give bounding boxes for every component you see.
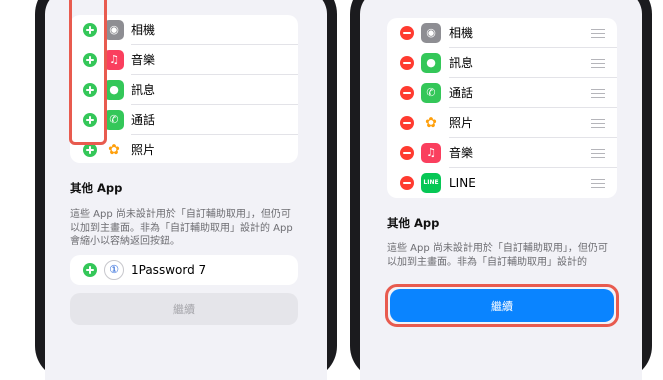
app-name: 通話 [131, 113, 156, 127]
right-app-list: ◉ 相機 ● 訊息 ✆ 通話 ✿ 照片 ♫ 音樂 LINE LINE [387, 18, 617, 198]
app-name: 1Password 7 [131, 263, 207, 277]
other-apps-description: 這些 App 尚未設計用於「自訂輔助取用」，但仍可以加到主畫面。非為「自訂輔助取… [70, 209, 293, 247]
app-name: 照片 [449, 116, 474, 130]
add-button[interactable] [83, 263, 97, 277]
left-phone-frame: ◉ 相機 ♫ 音樂 ● 訊息 ✆ 通話 ✿ 照片 其他 App 這些 App 尚… [35, 0, 337, 380]
app-name: 相機 [449, 26, 474, 40]
remove-button[interactable] [400, 176, 414, 190]
app-name: 訊息 [131, 83, 156, 97]
phone-icon: ✆ [104, 110, 124, 130]
list-item: ● 訊息 [387, 48, 617, 78]
list-item: ◉ 相機 [387, 18, 617, 48]
app-name: 音樂 [449, 146, 474, 160]
reorder-handle-icon[interactable] [591, 149, 605, 158]
other-apps-title: 其他 App [387, 216, 440, 230]
reorder-handle-icon[interactable] [591, 29, 605, 38]
phone-icon: ✆ [421, 83, 441, 103]
add-buttons-highlight [69, 0, 107, 145]
reorder-handle-icon[interactable] [591, 59, 605, 68]
list-item: ✿ 照片 [387, 108, 617, 138]
line-icon: LINE [421, 173, 441, 193]
music-icon: ♫ [104, 50, 124, 70]
continue-button[interactable]: 繼續 [70, 293, 298, 325]
camera-icon: ◉ [104, 20, 124, 40]
other-apps-description: 這些 App 尚未設計用於「自訂輔助取用」，但仍可以加到主畫面。非為「自訂輔助取… [387, 243, 608, 268]
remove-button[interactable] [400, 116, 414, 130]
reorder-handle-icon[interactable] [591, 179, 605, 188]
app-name: LINE [449, 176, 476, 190]
1password-icon: ① [104, 260, 124, 280]
list-item: LINE LINE [387, 168, 617, 198]
remove-button[interactable] [400, 56, 414, 70]
remove-button[interactable] [400, 146, 414, 160]
remove-button[interactable] [400, 86, 414, 100]
continue-button[interactable]: 繼續 [390, 289, 614, 322]
list-item: ♫ 音樂 [387, 138, 617, 168]
other-apps-title: 其他 App [70, 181, 123, 195]
music-icon: ♫ [421, 143, 441, 163]
messages-icon: ● [104, 80, 124, 100]
list-item: ✆ 通話 [387, 78, 617, 108]
photos-icon: ✿ [421, 113, 441, 133]
right-screen: ◉ 相機 ● 訊息 ✆ 通話 ✿ 照片 ♫ 音樂 LINE LINE 其他 Ap… [360, 0, 642, 380]
reorder-handle-icon[interactable] [591, 89, 605, 98]
remove-button[interactable] [400, 26, 414, 40]
left-screen: ◉ 相機 ♫ 音樂 ● 訊息 ✆ 通話 ✿ 照片 其他 App 這些 App 尚… [45, 0, 327, 380]
app-name: 相機 [131, 23, 156, 37]
photos-icon: ✿ [104, 140, 124, 160]
reorder-handle-icon[interactable] [591, 119, 605, 128]
app-name: 通話 [449, 86, 474, 100]
right-phone-frame: ◉ 相機 ● 訊息 ✆ 通話 ✿ 照片 ♫ 音樂 LINE LINE 其他 Ap… [350, 0, 652, 380]
app-name: 音樂 [131, 53, 156, 67]
list-item: ① 1Password 7 [70, 255, 298, 285]
left-other-app-list: ① 1Password 7 [70, 255, 298, 285]
camera-icon: ◉ [421, 23, 441, 43]
app-name: 照片 [131, 143, 156, 157]
add-button[interactable] [83, 143, 97, 157]
messages-icon: ● [421, 53, 441, 73]
app-name: 訊息 [449, 56, 474, 70]
